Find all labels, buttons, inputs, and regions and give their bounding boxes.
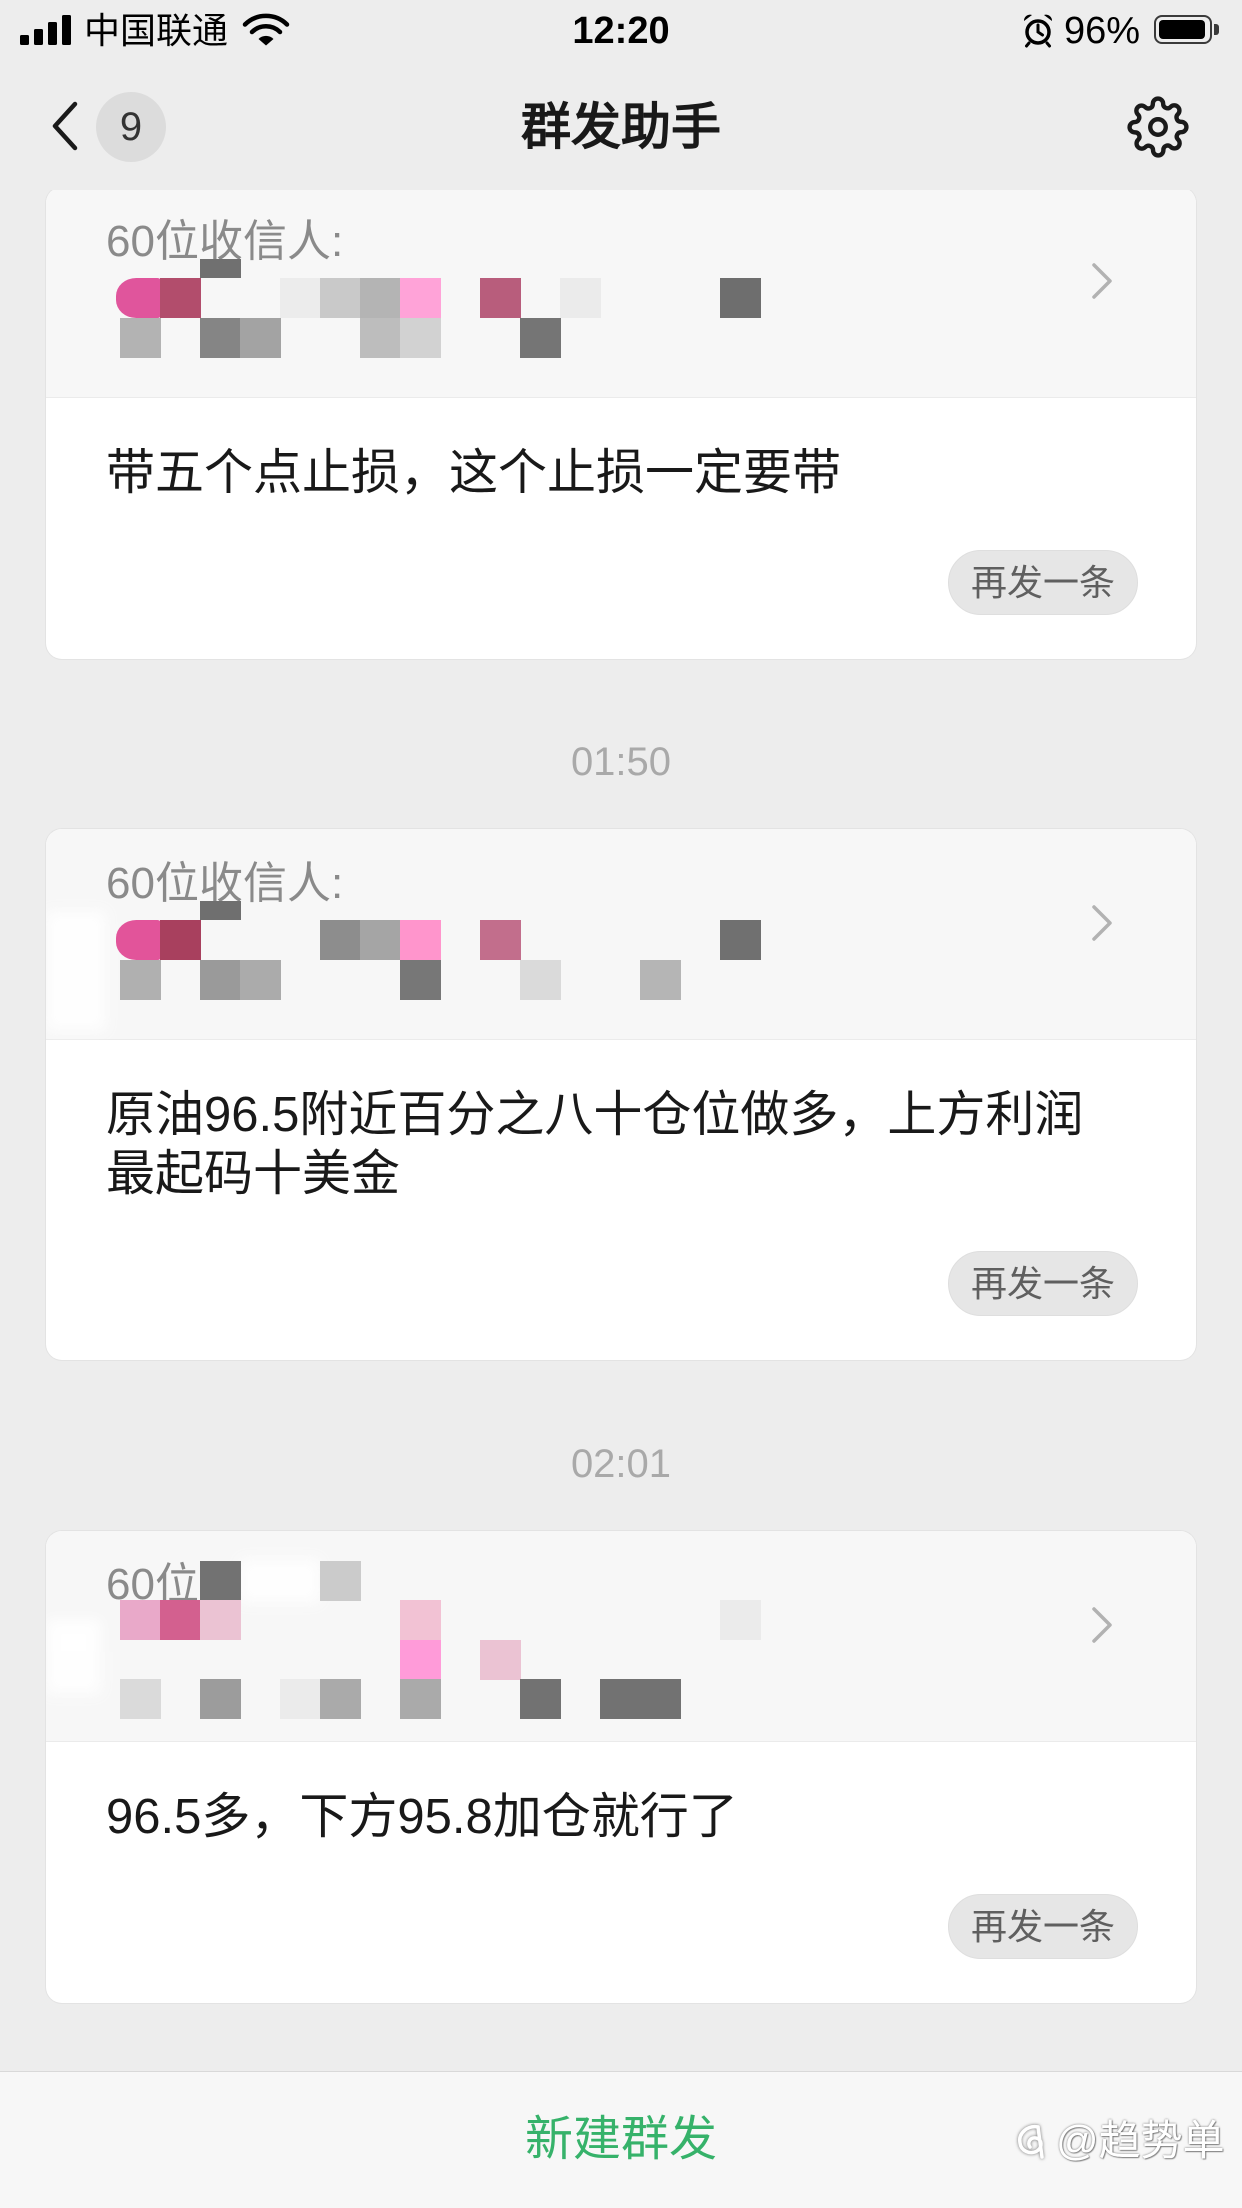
privacy-mosaic-block xyxy=(640,960,681,1000)
privacy-mosaic-block xyxy=(520,318,561,358)
privacy-mosaic-block xyxy=(120,1679,161,1719)
message-text-line: 最起码十美金 xyxy=(106,1147,401,1201)
privacy-mosaic-block xyxy=(116,278,161,318)
privacy-mosaic-block xyxy=(360,920,401,960)
chevron-right-icon[interactable] xyxy=(1091,262,1113,300)
battery-percentage: 96% xyxy=(1064,10,1141,52)
privacy-mosaic-block xyxy=(280,278,321,318)
privacy-mosaic-block xyxy=(560,278,601,318)
privacy-mosaic-block xyxy=(720,278,761,318)
broadcast-card: 60位收信人: 原油96.5附近百分之八十仓位做多，上方利润 最起码十美金 再发… xyxy=(46,829,1196,1360)
privacy-mosaic-block xyxy=(116,920,161,960)
privacy-mosaic-block xyxy=(200,960,241,1000)
privacy-mosaic-block xyxy=(480,920,521,960)
privacy-mosaic-block xyxy=(160,1600,201,1640)
recipients-row[interactable]: 60位收信人: xyxy=(46,187,1196,398)
privacy-mosaic-block xyxy=(400,1640,441,1680)
message-timestamp: 02:01 xyxy=(570,1442,672,1486)
privacy-mosaic-block xyxy=(400,1600,441,1640)
page-title: 群发助手 xyxy=(521,99,721,155)
privacy-mosaic-block xyxy=(200,259,241,278)
recipients-row[interactable]: 60位收信人: xyxy=(46,829,1196,1040)
privacy-mosaic-block xyxy=(200,901,241,920)
privacy-mosaic-block xyxy=(360,278,401,318)
resend-button[interactable]: 再发一条 xyxy=(948,550,1138,615)
watermark: @趋势单 xyxy=(1012,2114,1225,2168)
privacy-mosaic-block xyxy=(120,318,161,358)
broadcast-card: 60位 96.5多，下方95.8加仓就行了 再发一条 xyxy=(46,1531,1196,2003)
battery-icon xyxy=(1154,15,1212,44)
privacy-smudge xyxy=(46,1619,101,1694)
privacy-smudge xyxy=(240,1559,320,1603)
battery-fill xyxy=(1159,20,1206,39)
privacy-mosaic-block xyxy=(480,1640,521,1680)
resend-button[interactable]: 再发一条 xyxy=(948,1894,1138,1959)
privacy-mosaic-block xyxy=(720,1600,761,1640)
privacy-mosaic-block xyxy=(320,1679,361,1719)
privacy-mosaic-block xyxy=(280,1679,321,1719)
message-timestamp: 01:50 xyxy=(570,740,672,784)
privacy-mosaic-block xyxy=(120,960,161,1000)
status-bar: 中国联通 12:20 96% xyxy=(0,0,1242,60)
privacy-mosaic-block xyxy=(400,920,441,960)
privacy-mosaic-block xyxy=(240,318,281,358)
privacy-mosaic-block xyxy=(320,920,361,960)
navigation-bar: 9 群发助手 xyxy=(0,60,1242,190)
message-body: 带五个点止损，这个止损一定要带 再发一条 xyxy=(46,398,1196,659)
battery-nub xyxy=(1214,24,1219,35)
gear-icon[interactable] xyxy=(1127,96,1189,158)
message-text: 带五个点止损，这个止损一定要带 xyxy=(106,446,842,500)
privacy-mosaic-block xyxy=(360,318,401,358)
message-body: 原油96.5附近百分之八十仓位做多，上方利润 最起码十美金 再发一条 xyxy=(46,1040,1196,1360)
broadcast-card: 60位收信人: 带五个点止损，这个止损一定要带 再发一条 xyxy=(46,187,1196,659)
clock-time: 12:20 xyxy=(572,10,670,52)
privacy-mosaic-block xyxy=(200,1561,241,1601)
privacy-mosaic-block xyxy=(720,920,761,960)
privacy-mosaic-block xyxy=(480,278,521,318)
message-text-line: 原油96.5附近百分之八十仓位做多，上方利润 xyxy=(106,1088,1084,1142)
privacy-mosaic-block xyxy=(200,318,241,358)
privacy-mosaic-block xyxy=(400,318,441,358)
resend-button[interactable]: 再发一条 xyxy=(948,1251,1138,1316)
privacy-mosaic-block xyxy=(520,1679,561,1719)
message-text: 96.5多，下方95.8加仓就行了 xyxy=(106,1790,738,1844)
privacy-mosaic-block xyxy=(120,1600,161,1640)
watermark-logo-icon xyxy=(1018,2124,1044,2159)
privacy-mosaic-block xyxy=(520,960,561,1000)
recipients-row[interactable]: 60位 xyxy=(46,1531,1196,1742)
privacy-mosaic-block xyxy=(600,1679,681,1719)
privacy-mosaic-block xyxy=(400,1679,441,1719)
privacy-mosaic-block xyxy=(320,278,361,318)
message-body: 96.5多，下方95.8加仓就行了 再发一条 xyxy=(46,1742,1196,2003)
privacy-mosaic-block xyxy=(160,278,201,318)
chevron-right-icon[interactable] xyxy=(1091,904,1113,942)
privacy-mosaic-block xyxy=(240,960,281,1000)
privacy-mosaic-block xyxy=(400,960,441,1000)
watermark-text: @趋势单 xyxy=(1056,2117,1225,2164)
chevron-right-icon[interactable] xyxy=(1091,1606,1113,1644)
alarm-clock-icon xyxy=(1023,14,1053,48)
privacy-smudge xyxy=(46,911,106,1031)
privacy-mosaic-block xyxy=(400,278,441,318)
privacy-mosaic-block xyxy=(160,920,201,960)
privacy-mosaic-block xyxy=(200,1600,241,1640)
privacy-mosaic-block xyxy=(320,1561,361,1601)
privacy-mosaic-block xyxy=(200,1679,241,1719)
